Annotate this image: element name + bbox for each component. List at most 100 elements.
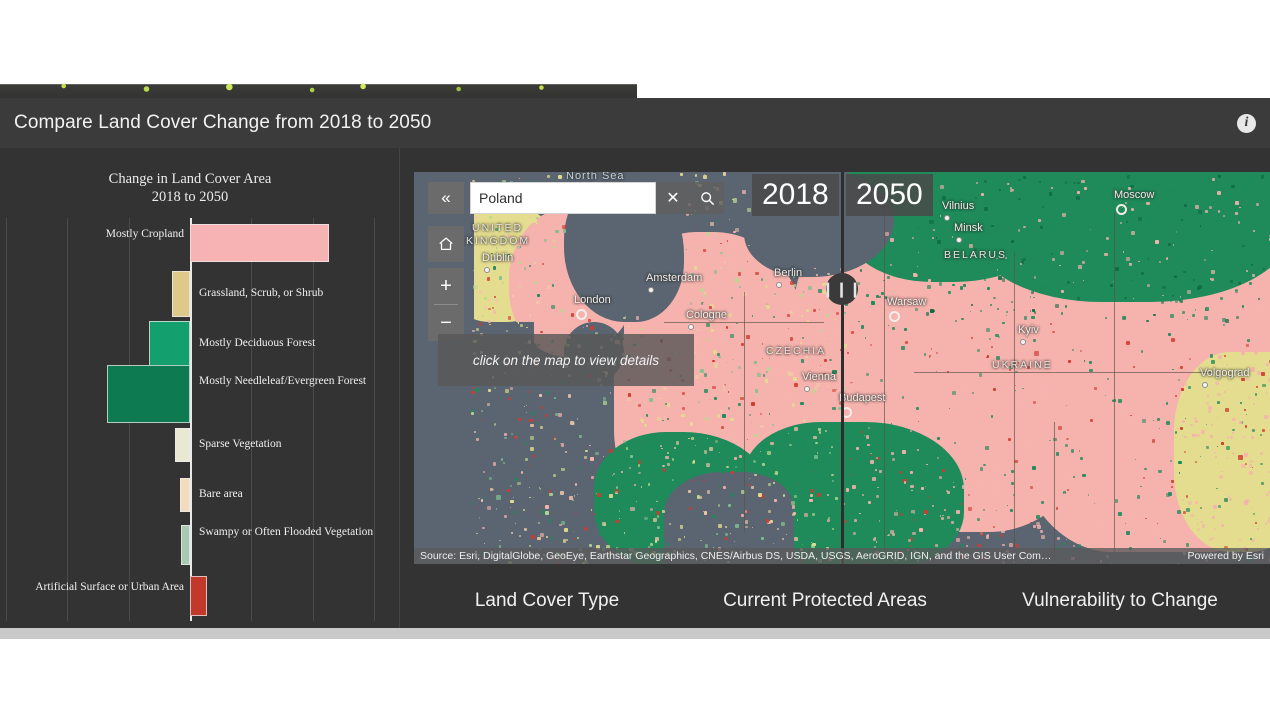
map-landcover-pixel xyxy=(690,272,695,276)
map-landcover-pixel xyxy=(1207,406,1212,411)
map-landcover-pixel xyxy=(802,337,804,339)
map-landcover-pixel xyxy=(872,476,876,481)
map-landcover-pixel xyxy=(925,404,928,407)
map-landcover-pixel xyxy=(799,293,804,298)
map-landcover-pixel xyxy=(1250,257,1253,260)
map-landcover-pixel xyxy=(1093,398,1097,402)
map-landcover-pixel xyxy=(1011,270,1013,272)
close-icon[interactable]: ✕ xyxy=(656,182,690,214)
map-landcover-pixel xyxy=(1073,207,1078,212)
map-landcover-pixel xyxy=(552,296,557,300)
map-landcover-pixel xyxy=(1137,446,1140,449)
map-landcover-pixel xyxy=(759,397,762,401)
map-landcover-pixel xyxy=(623,440,626,443)
map-landcover-pixel xyxy=(943,232,945,235)
map-landcover-pixel xyxy=(768,413,771,415)
chart-bar[interactable] xyxy=(148,320,190,367)
map-landcover-pixel xyxy=(722,172,727,176)
map-landcover-pixel xyxy=(579,435,582,438)
search-input[interactable] xyxy=(479,190,647,206)
map-landcover-pixel xyxy=(906,240,910,244)
map-landcover-pixel xyxy=(1237,281,1241,285)
collapse-panel-icon[interactable]: « xyxy=(428,182,464,214)
map-landcover-pixel xyxy=(756,373,761,378)
map-landcover-pixel xyxy=(873,536,876,539)
map-landcover-pixel xyxy=(901,346,905,350)
map-landcover-pixel xyxy=(722,384,725,388)
horizontal-scrollbar-thumb[interactable] xyxy=(0,628,1258,639)
map-landcover-pixel xyxy=(1060,289,1064,293)
map-landcover-pixel xyxy=(1066,502,1068,504)
land-cover-map[interactable]: North Sea UNITED KINGDOM Dublin London Amster… xyxy=(414,172,1270,564)
map-landcover-pixel xyxy=(1153,313,1156,317)
map-landcover-pixel xyxy=(666,417,669,420)
map-landcover-pixel xyxy=(1049,439,1051,442)
map-click-hint: click on the map to view details xyxy=(438,334,694,386)
map-landcover-pixel xyxy=(1122,251,1125,253)
map-landcover-pixel xyxy=(998,485,1002,489)
map-landcover-pixel xyxy=(867,500,871,504)
zoom-button-group[interactable]: + − xyxy=(428,268,464,341)
map-landcover-pixel xyxy=(507,234,511,238)
chart-bar[interactable] xyxy=(175,427,190,462)
map-landcover-pixel xyxy=(1109,476,1111,478)
map-landcover-pixel xyxy=(1006,261,1009,264)
map-landcover-pixel xyxy=(1022,175,1026,179)
map-landcover-pixel xyxy=(1135,274,1137,276)
chart-bar[interactable] xyxy=(181,525,190,566)
map-landcover-pixel xyxy=(630,507,635,512)
map-landcover-pixel xyxy=(491,307,494,310)
map-landcover-pixel xyxy=(1141,422,1146,428)
search-icon[interactable] xyxy=(690,182,724,214)
map-landcover-pixel xyxy=(561,521,565,525)
map-landcover-pixel xyxy=(938,326,942,330)
swipe-handle[interactable]: ❙❙❙ xyxy=(822,273,861,305)
map-landcover-pixel xyxy=(1096,340,1101,344)
map-landcover-pixel xyxy=(792,413,794,416)
map-landcover-pixel xyxy=(929,494,934,499)
map-landcover-pixel xyxy=(832,406,837,411)
map-landcover-pixel xyxy=(1180,427,1183,430)
map-landcover-pixel xyxy=(988,226,993,231)
map-landcover-pixel xyxy=(1257,371,1261,375)
map-landcover-pixel xyxy=(987,238,991,242)
map-landcover-pixel xyxy=(983,241,988,246)
horizontal-scrollbar-track[interactable] xyxy=(0,628,1270,639)
map-landcover-pixel xyxy=(687,489,691,493)
map-landcover-pixel xyxy=(703,450,708,454)
map-landcover-pixel xyxy=(652,518,657,523)
map-landcover-pixel xyxy=(1190,423,1193,427)
map-landcover-pixel xyxy=(776,324,781,329)
chart-bar[interactable] xyxy=(171,270,190,317)
map-landcover-pixel xyxy=(1109,516,1113,520)
map-landcover-pixel xyxy=(973,373,978,378)
map-control-buttons[interactable]: + − xyxy=(428,226,464,341)
search-input-box[interactable] xyxy=(470,182,656,214)
info-icon[interactable]: i xyxy=(1237,113,1256,133)
map-landcover-pixel xyxy=(995,356,1001,361)
map-landcover-pixel xyxy=(986,355,989,358)
panel-title: Land Cover Type xyxy=(474,590,620,611)
chart-bar[interactable] xyxy=(190,575,207,616)
map-landcover-pixel xyxy=(1221,317,1226,322)
map-landcover-pixel xyxy=(545,414,548,417)
map-landcover-pixel xyxy=(924,509,929,514)
map-landcover-pixel xyxy=(1079,441,1083,445)
map-landcover-pixel xyxy=(898,326,901,329)
home-icon[interactable] xyxy=(428,226,464,262)
map-landcover-pixel xyxy=(1039,285,1044,290)
map-landcover-pixel xyxy=(525,458,528,461)
map-landcover-pixel xyxy=(1252,212,1254,214)
map-landcover-pixel xyxy=(518,177,520,179)
chart-bar[interactable] xyxy=(190,224,329,263)
map-search-widget[interactable]: « ✕ xyxy=(428,182,724,214)
year-label-2050: 2050 xyxy=(846,174,933,216)
map-landcover-pixel xyxy=(1080,288,1085,292)
chart-bar[interactable] xyxy=(179,478,190,513)
map-landcover-pixel xyxy=(896,347,900,351)
map-landcover-pixel xyxy=(1254,268,1258,273)
map-landcover-pixel xyxy=(955,509,960,514)
map-landcover-pixel xyxy=(510,532,513,535)
chart-bar[interactable] xyxy=(107,365,190,424)
zoom-in-icon[interactable]: + xyxy=(428,268,464,304)
